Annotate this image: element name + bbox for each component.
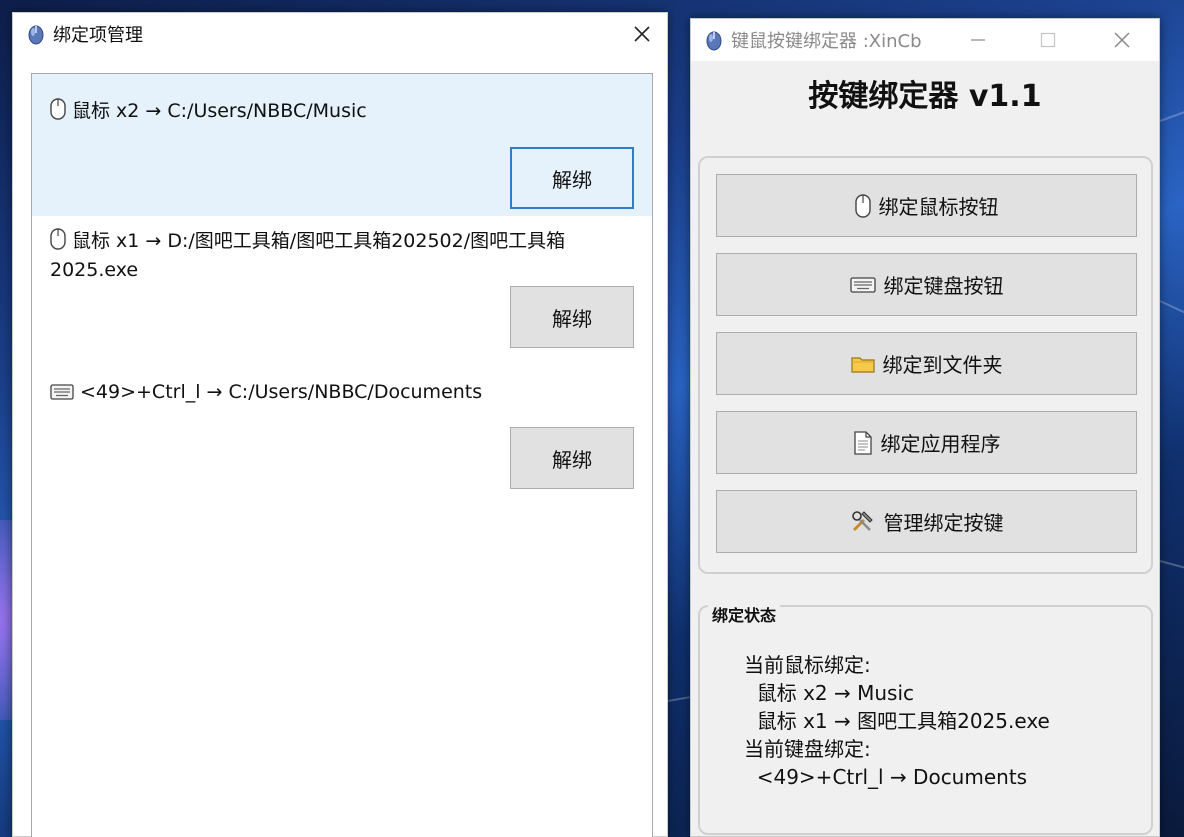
titlebar[interactable]: 绑定项管理	[13, 13, 667, 55]
binding-text-row: 鼠标 x2 → C:/Users/NBBC/Music	[50, 98, 610, 127]
mouse-icon	[50, 228, 66, 257]
unbind-button[interactable]: 解绑	[510, 427, 634, 489]
status-legend: 绑定状态	[708, 605, 781, 627]
mouse-icon	[854, 193, 871, 218]
app-heading: 按键绑定器 v1.1	[808, 79, 1042, 114]
keyboard-icon	[50, 382, 74, 408]
bind-mouse-button[interactable]: 绑定鼠标按钮	[716, 174, 1137, 237]
status-line: 当前键盘绑定:	[744, 737, 871, 761]
unbind-button[interactable]: 解绑	[510, 147, 634, 209]
unbind-button[interactable]: 解绑	[510, 286, 634, 348]
maximize-icon	[1040, 32, 1056, 48]
mouse-app-icon	[706, 31, 722, 51]
binding-text: <49>+Ctrl_l → C:/Users/NBBC/Documents	[80, 381, 483, 403]
minimize-button[interactable]	[955, 19, 1001, 61]
button-label: 绑定到文件夹	[882, 353, 1003, 377]
button-label: 绑定应用程序	[880, 432, 1001, 456]
folder-icon	[850, 354, 875, 374]
binding-text-row: <49>+Ctrl_l → C:/Users/NBBC/Documents	[50, 379, 610, 408]
wallpaper-streak	[1159, 560, 1184, 573]
bind-folder-button[interactable]: 绑定到文件夹	[716, 332, 1137, 395]
button-label: 管理绑定按键	[883, 511, 1004, 535]
bind-application-button[interactable]: 绑定应用程序	[716, 411, 1137, 474]
window-title: 键鼠按键绑定器 :XinCb	[731, 31, 922, 52]
status-line: 鼠标 x2 → Music	[744, 681, 915, 705]
status-line: <49>+Ctrl_l → Documents	[744, 765, 1028, 789]
status-group: 绑定状态 当前鼠标绑定: 鼠标 x2 → Music 鼠标 x1 → 图吧工具箱…	[698, 605, 1153, 835]
close-button[interactable]	[617, 13, 667, 55]
close-button[interactable]	[1099, 19, 1145, 61]
wallpaper-streak	[1159, 300, 1184, 319]
list-item[interactable]: <49>+Ctrl_l → C:/Users/NBBC/Documents 解绑	[32, 357, 652, 498]
button-label: 绑定键盘按钮	[883, 274, 1004, 298]
maximize-button[interactable]	[1025, 19, 1071, 61]
wallpaper-streak	[667, 696, 690, 702]
status-line: 鼠标 x1 → 图吧工具箱2025.exe	[744, 709, 1050, 733]
main-window: 键鼠按键绑定器 :XinCb 按键绑定器 v1.1 绑定鼠标按钮 绑定键盘按钮 …	[690, 18, 1160, 837]
close-icon	[1114, 32, 1130, 48]
close-icon	[634, 26, 650, 42]
actions-group: 绑定鼠标按钮 绑定键盘按钮 绑定到文件夹 绑定应用程序 管理绑定按键	[698, 156, 1153, 574]
titlebar[interactable]: 键鼠按键绑定器 :XinCb	[691, 19, 1159, 61]
status-line: 当前鼠标绑定:	[744, 653, 871, 677]
button-label: 绑定鼠标按钮	[878, 195, 999, 219]
window-title: 绑定项管理	[53, 25, 143, 46]
keyboard-icon	[849, 276, 876, 294]
binding-text: 鼠标 x2 → C:/Users/NBBC/Music	[72, 100, 367, 122]
minimize-icon	[971, 39, 985, 41]
binding-manager-window: 绑定项管理 鼠标 x2 → C:/Users/NBBC/Music 解绑 鼠标 …	[12, 12, 668, 837]
list-item[interactable]: 鼠标 x1 → D:/图吧工具箱/图吧工具箱202502/图吧工具箱2025.e…	[32, 216, 652, 357]
mouse-app-icon	[28, 25, 44, 45]
wallpaper-streak	[1159, 106, 1184, 122]
list-item[interactable]: 鼠标 x2 → C:/Users/NBBC/Music 解绑	[32, 74, 652, 216]
binding-list[interactable]: 鼠标 x2 → C:/Users/NBBC/Music 解绑 鼠标 x1 → D…	[31, 73, 653, 837]
bind-keyboard-button[interactable]: 绑定键盘按钮	[716, 253, 1137, 316]
binding-text: 鼠标 x1 → D:/图吧工具箱/图吧工具箱202502/图吧工具箱2025.e…	[50, 230, 566, 281]
binding-text-row: 鼠标 x1 → D:/图吧工具箱/图吧工具箱202502/图吧工具箱2025.e…	[50, 228, 610, 283]
mouse-icon	[50, 98, 66, 127]
document-icon	[853, 430, 873, 455]
tools-icon	[850, 510, 876, 534]
manage-bindings-button[interactable]: 管理绑定按键	[716, 490, 1137, 553]
